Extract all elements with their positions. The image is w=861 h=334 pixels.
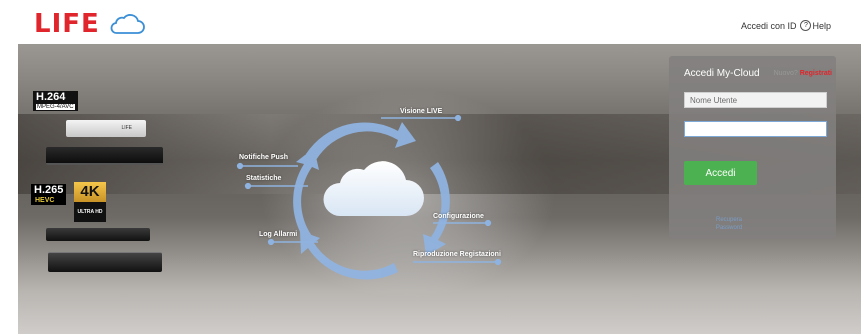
header-bar: LIFE Accedi con ID ? Help [0,0,861,44]
label-riproduzione-registrazioni: Riproduzione Registazioni [413,251,501,258]
label-visione-live: Visione LIVE [400,108,443,115]
forgot-password-line2: Password [715,225,743,231]
forgot-password-link[interactable]: Recupera Password [711,216,747,232]
login-panel-title: Accedi My-Cloud [684,68,760,79]
ring-arrow-bottom [300,231,398,280]
login-button[interactable]: Accedi [684,161,757,185]
help-link[interactable]: ? Help [800,20,831,31]
brand-logo-text: LIFE [34,9,100,39]
cloud-logo-icon [110,14,145,34]
help-icon: ? [800,20,812,31]
register-link[interactable]: Registrati [800,70,832,77]
register-prompt: Nuovo? Registrati [774,70,832,77]
ring-arrow-top [306,122,416,160]
top-nav: Accedi con ID ? Help [741,20,831,31]
ring-arrow-left [293,148,319,239]
label-statistiche: Statistiche [246,175,282,182]
central-cloud-icon [323,161,424,216]
password-input[interactable] [684,121,827,137]
brand-logo[interactable]: LIFE [34,8,146,40]
new-user-prefix: Nuovo? [773,70,798,77]
forgot-password-line1: Recupera [715,217,742,223]
label-notifiche-push: Notifiche Push [239,154,289,161]
login-panel: Accedi My-Cloud Nuovo? Registrati Accedi… [669,56,836,239]
label-configurazione: Configurazione [433,213,484,220]
help-label: Help [812,20,831,31]
username-input[interactable] [684,92,827,108]
login-with-id-link[interactable]: Accedi con ID [741,21,797,31]
ring-arrow-right [423,162,450,256]
label-log-allarmi: Log Allarmi [259,231,298,238]
